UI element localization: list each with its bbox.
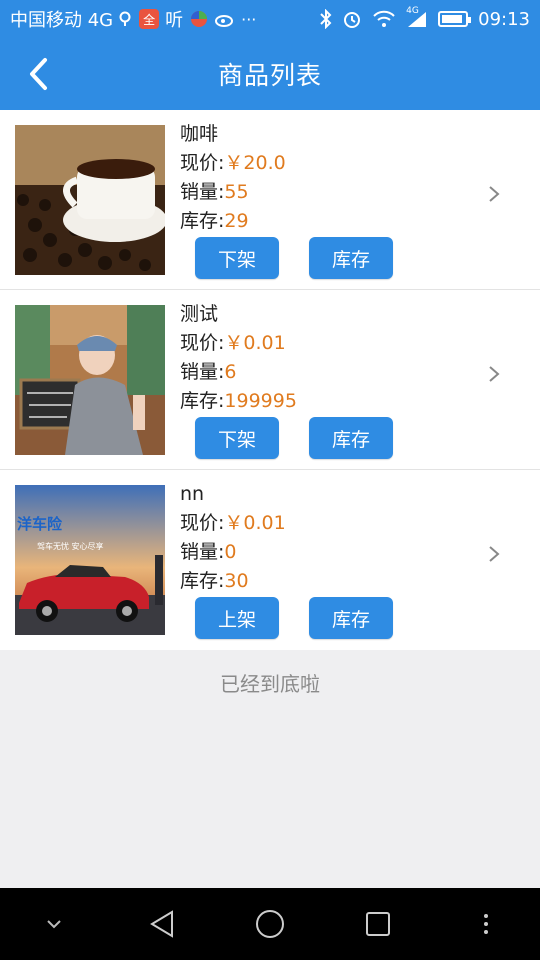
price-value: ￥20.0: [224, 152, 286, 174]
stock-value: 199995: [224, 390, 297, 412]
app-icon: 全: [139, 9, 160, 29]
stock-button[interactable]: 库存: [309, 237, 393, 279]
chevron-right-icon: [489, 186, 500, 202]
sales-row: 销量:6: [180, 358, 297, 387]
app-icon: [189, 9, 209, 29]
product-name: 测试: [180, 303, 219, 325]
bluetooth-icon: [320, 9, 332, 29]
wifi-icon: [372, 10, 396, 28]
product-image: [15, 305, 165, 455]
stock-value: 30: [224, 570, 249, 592]
product-item[interactable]: 咖啡 现价:￥20.0 销量:55 库存:29 下架 库存: [0, 110, 540, 290]
price-label: 现价:: [180, 332, 225, 354]
product-info: nn 现价:￥0.01 销量:0 库存:30: [180, 480, 286, 596]
end-of-list-text: 已经到底啦: [220, 672, 320, 696]
product-image: 洋车险 驾车无忧 安心尽享: [15, 485, 165, 635]
more-vert-icon: [484, 914, 488, 934]
stock-label: 库存:: [180, 570, 225, 592]
app-bar: 商品列表: [0, 38, 540, 110]
stock-value: 29: [224, 210, 249, 232]
sales-label: 销量:: [180, 541, 225, 563]
battery-icon: [438, 11, 472, 27]
back-button[interactable]: [18, 52, 58, 96]
delist-button[interactable]: 下架: [195, 417, 279, 459]
back-arrow-icon: [30, 58, 47, 90]
price-label: 现价:: [180, 152, 225, 174]
sales-value: 0: [224, 541, 237, 563]
stock-button[interactable]: 库存: [309, 417, 393, 459]
triangle-back-icon: [150, 910, 173, 938]
clock: 09:13: [478, 8, 530, 30]
search-icon: [119, 11, 133, 27]
price-value: ￥0.01: [224, 332, 286, 354]
image-headline: 洋车险: [17, 515, 63, 533]
more-icon: ···: [241, 9, 257, 29]
sales-value: 55: [224, 181, 249, 203]
price-row: 现价:￥0.01: [180, 329, 297, 358]
list-button[interactable]: 上架: [195, 597, 279, 639]
carrier-label: 中国移动 4G: [10, 10, 114, 31]
recents-nav-button[interactable]: [348, 894, 408, 954]
sales-label: 销量:: [180, 361, 225, 383]
page-title: 商品列表: [217, 61, 322, 90]
product-name: nn: [180, 483, 205, 505]
home-nav-button[interactable]: [240, 894, 300, 954]
price-row: 现价:￥0.01: [180, 509, 286, 538]
image-subtext: 驾车无忧 安心尽享: [37, 541, 104, 551]
chevron-right-icon: [489, 366, 500, 382]
sales-value: 6: [224, 361, 237, 383]
back-nav-button[interactable]: [132, 894, 192, 954]
sales-row: 销量:0: [180, 538, 286, 567]
status-bar: 中国移动 4G 全 听 ··· 4G 09:13: [0, 0, 540, 38]
chevron-down-icon: [47, 920, 61, 929]
product-item[interactable]: 测试 现价:￥0.01 销量:6 库存:199995 下架 库存: [0, 290, 540, 470]
price-label: 现价:: [180, 512, 225, 534]
stock-label: 库存:: [180, 210, 225, 232]
stock-label: 库存:: [180, 390, 225, 412]
stock-row: 库存:199995: [180, 387, 297, 416]
network-type: 4G: [406, 6, 419, 16]
product-name: 咖啡: [180, 123, 219, 145]
stock-row: 库存:29: [180, 207, 286, 236]
product-list: 咖啡 现价:￥20.0 销量:55 库存:29 下架 库存 测试 现价:￥0.0…: [0, 110, 540, 650]
stock-button[interactable]: 库存: [309, 597, 393, 639]
product-info: 测试 现价:￥0.01 销量:6 库存:199995: [180, 300, 297, 416]
weibo-icon: [215, 11, 235, 27]
price-row: 现价:￥20.0: [180, 149, 286, 178]
sales-row: 销量:55: [180, 178, 286, 207]
menu-nav-button[interactable]: [456, 894, 516, 954]
system-nav-bar: [0, 888, 540, 960]
hide-keyboard-button[interactable]: [24, 894, 84, 954]
square-recents-icon: [366, 912, 390, 936]
ting-label: 听: [165, 10, 184, 31]
price-value: ￥0.01: [224, 512, 286, 534]
product-image: [15, 125, 165, 275]
product-item[interactable]: 洋车险 驾车无忧 安心尽享 nn 现价:￥0.01 销量:0 库存:30 上架 …: [0, 470, 540, 650]
signal-icon: 4G: [406, 6, 428, 28]
stock-row: 库存:30: [180, 567, 286, 596]
product-info: 咖啡 现价:￥20.0 销量:55 库存:29: [180, 120, 286, 236]
chevron-right-icon: [489, 546, 500, 562]
delist-button[interactable]: 下架: [195, 237, 279, 279]
circle-home-icon: [256, 910, 284, 938]
sales-label: 销量:: [180, 181, 225, 203]
alarm-icon: [342, 9, 362, 29]
